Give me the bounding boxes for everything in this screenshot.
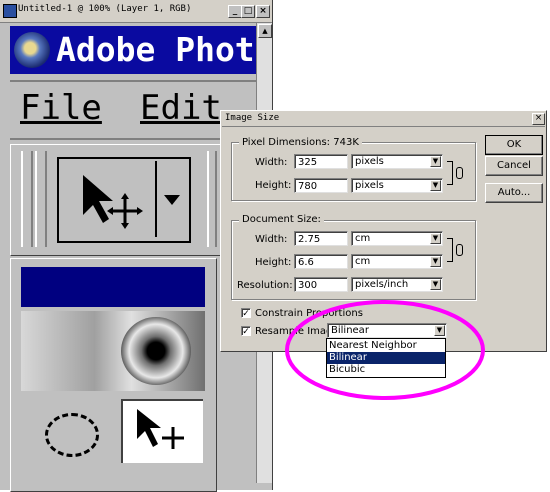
tool-preset-button[interactable] (57, 157, 191, 243)
doc-chain-link-icon (456, 244, 463, 256)
elliptical-marquee-tool[interactable] (31, 399, 121, 469)
chain-link-icon (456, 167, 463, 179)
scroll-up-arrow-icon[interactable]: ▲ (258, 24, 272, 38)
resolution-input[interactable]: 300 (294, 277, 348, 292)
resample-image-checkbox[interactable]: ✓ (241, 326, 251, 337)
grip-handle-2[interactable] (35, 151, 47, 247)
height-input[interactable]: 780 (294, 178, 348, 193)
doc-height-unit-value: cm (355, 256, 371, 267)
height-label: Height: (255, 180, 292, 191)
ellipse-marquee-icon (45, 413, 99, 457)
pixel-dimensions-label: Pixel Dimensions: (242, 137, 331, 148)
pixel-dimensions-legend: Pixel Dimensions: 743K (239, 137, 362, 149)
move-tool-button[interactable] (121, 399, 203, 463)
dialog-titlebar: Image Size × (222, 112, 545, 127)
doc-width-unit-value: cm (355, 233, 371, 244)
window-title: Untitled-1 @ 100% (Layer 1, RGB) (18, 4, 192, 14)
banner-text: Adobe Phot (56, 30, 255, 69)
height-unit-select[interactable]: pixels ▼ (351, 178, 443, 193)
ps-banner: Adobe Phot (10, 26, 256, 74)
dropdown-arrow-icon[interactable]: ▼ (430, 180, 441, 191)
width-unit-value: pixels (355, 156, 384, 167)
app-icon (3, 4, 17, 18)
ok-button[interactable]: OK (485, 135, 543, 155)
height-unit-value: pixels (355, 180, 384, 191)
doc-height-unit-select[interactable]: cm ▼ (351, 254, 443, 269)
doc-height-input[interactable]: 6.6 (294, 254, 348, 269)
grip-handle-3[interactable] (207, 151, 217, 247)
eye-logo-icon (14, 32, 50, 68)
doc-width-label: Width: (255, 234, 288, 245)
width-label: Width: (255, 157, 288, 168)
menu-edit[interactable]: Edit (140, 88, 222, 128)
doc-link-bracket-icon (447, 238, 453, 262)
dropdown-arrow-icon[interactable]: ▼ (430, 279, 441, 290)
width-unit-select[interactable]: pixels ▼ (351, 154, 443, 169)
chevron-down-icon[interactable] (155, 161, 187, 237)
move-tool-small-icon (137, 409, 184, 449)
dropdown-arrow-icon[interactable]: ▼ (430, 156, 441, 167)
ps-titlebar: Untitled-1 @ 100% (Layer 1, RGB) _ □ × (0, 0, 272, 23)
document-size-legend: Document Size: (239, 214, 324, 226)
annotation-ellipse (285, 300, 485, 400)
resolution-unit-value: pixels/inch (355, 279, 409, 290)
doc-width-unit-select[interactable]: cm ▼ (351, 231, 443, 246)
dialog-title: Image Size (225, 113, 280, 123)
dialog-close-button[interactable]: × (532, 113, 545, 125)
toolbox-splash-image (21, 311, 205, 391)
doc-height-label: Height: (255, 257, 292, 268)
pixel-dimensions-size: 743K (333, 137, 359, 148)
toolbox (10, 258, 217, 492)
menu-file[interactable]: File (20, 88, 102, 128)
minimize-button[interactable]: _ (228, 5, 242, 18)
width-input[interactable]: 325 (294, 154, 348, 169)
eye-image-icon (121, 317, 191, 385)
move-tool-icon (69, 167, 149, 231)
dropdown-arrow-icon[interactable]: ▼ (430, 233, 441, 244)
link-bracket-icon (447, 161, 453, 185)
resolution-unit-select[interactable]: pixels/inch ▼ (351, 277, 443, 292)
constrain-proportions-checkbox[interactable]: ✓ (241, 308, 251, 319)
grip-handle[interactable] (21, 151, 33, 247)
toolbox-titlebar (21, 267, 205, 307)
close-button[interactable]: × (256, 5, 270, 18)
doc-width-input[interactable]: 2.75 (294, 231, 348, 246)
cancel-button[interactable]: Cancel (485, 156, 543, 176)
resolution-label: Resolution: (237, 280, 293, 291)
auto-button[interactable]: Auto... (485, 183, 543, 203)
maximize-button[interactable]: □ (241, 5, 255, 18)
dropdown-arrow-icon[interactable]: ▼ (430, 256, 441, 267)
